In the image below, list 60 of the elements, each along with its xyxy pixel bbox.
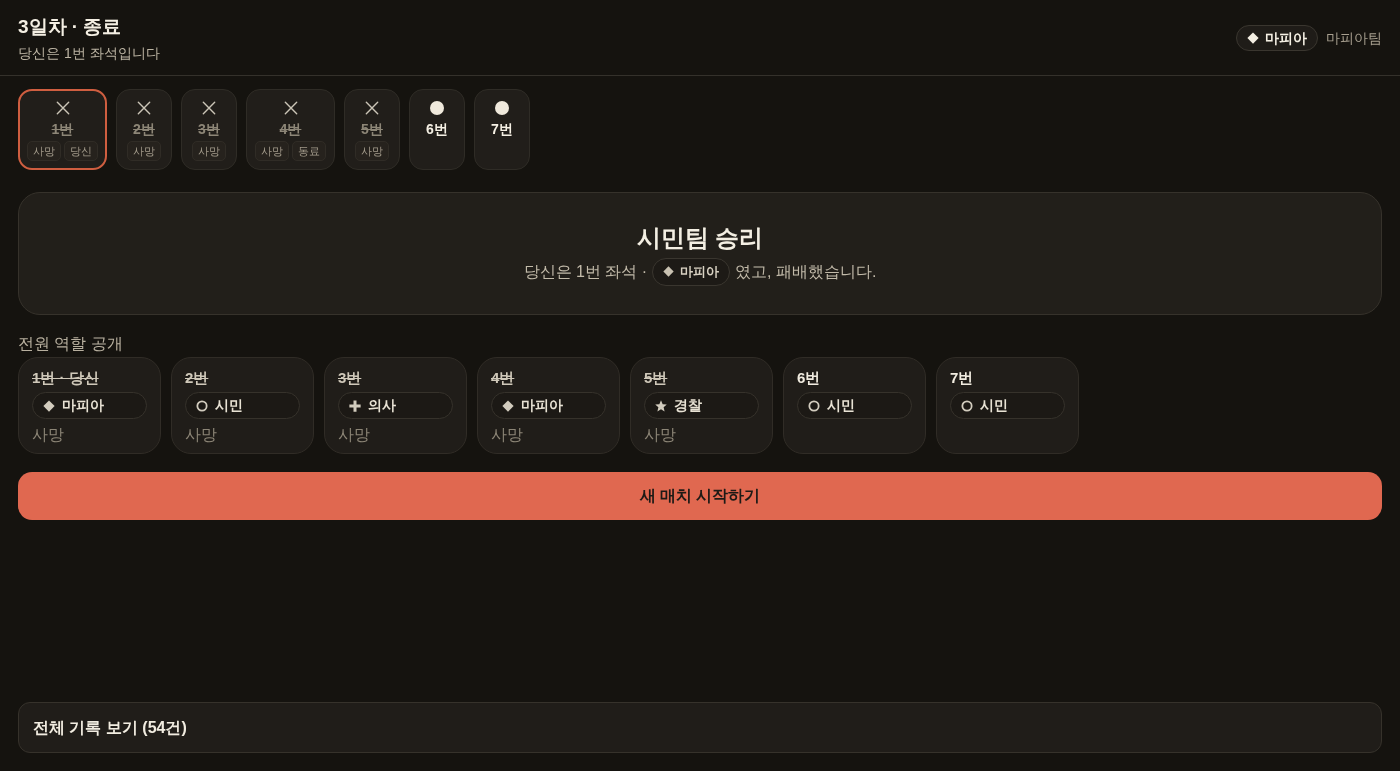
- seat-number: 1번: [51, 120, 74, 138]
- result-text: 였고, 패배했습니다.: [735, 261, 877, 282]
- role-name: 마피아: [1265, 29, 1307, 47]
- seat-number: 6번: [426, 120, 448, 138]
- history-toggle[interactable]: 전체 기록 보기 (54건): [18, 702, 1382, 753]
- player-name: 2번: [185, 368, 210, 388]
- x-icon: [202, 101, 216, 115]
- dot-icon: [430, 101, 444, 115]
- diamond-icon: [1247, 32, 1259, 44]
- seat-tag: 당신: [64, 141, 98, 161]
- role-name: 의사: [368, 396, 396, 415]
- ring-icon: [961, 399, 973, 412]
- player-status: 사망: [32, 425, 65, 445]
- player-name: 5번: [644, 368, 669, 388]
- player-name: 3번: [338, 368, 363, 388]
- role-name: 시민: [980, 396, 1008, 415]
- start-match-button[interactable]: 새 매치 시작하기: [18, 472, 1382, 520]
- seat-number: 5번: [361, 120, 383, 138]
- player-status: 사망: [338, 425, 371, 445]
- player-status: 사망: [644, 425, 677, 445]
- player-name: 7번: [950, 368, 975, 388]
- seat-tag: 사망: [355, 141, 389, 161]
- player-name: 6번: [797, 368, 822, 388]
- seat-tag: 사망: [27, 141, 61, 161]
- seat-tag: 동료: [292, 141, 326, 161]
- diamond-icon: [43, 399, 55, 412]
- section-heading: 전원 역할 공개: [18, 334, 124, 354]
- x-icon: [137, 101, 151, 115]
- diamond-icon: [663, 266, 675, 277]
- seat-subtitle: 당신은 1번 좌석입니다: [18, 44, 160, 62]
- result-text: 당신은 1번 좌석 ·: [523, 261, 648, 282]
- role-name: 시민: [827, 396, 855, 415]
- role-name: 마피아: [521, 396, 563, 415]
- x-icon: [283, 101, 298, 115]
- dot-icon: [495, 101, 509, 115]
- role-name: 시민: [215, 396, 243, 415]
- ring-icon: [808, 399, 820, 412]
- player-name: 1번 · 당신: [32, 368, 100, 388]
- seat-number: 7번: [491, 120, 513, 138]
- player-name: 4번: [491, 368, 516, 388]
- team-label: 마피아팀: [1326, 28, 1382, 48]
- seat-tag: 사망: [192, 141, 226, 161]
- seat-tag: 사망: [255, 141, 289, 161]
- plus-icon: [349, 399, 361, 412]
- role-name: 경찰: [674, 396, 702, 415]
- result-title: 시민팀 승리: [636, 222, 764, 253]
- player-status: 사망: [491, 425, 524, 445]
- role-name: 마피아: [62, 396, 104, 415]
- x-icon: [365, 101, 379, 115]
- diamond-icon: [502, 399, 514, 412]
- page-title: 3일차 · 종료: [18, 15, 123, 39]
- player-status: 사망: [185, 425, 218, 445]
- seat-number: 4번: [279, 120, 302, 138]
- x-icon: [55, 101, 70, 115]
- seat-number: 2번: [133, 120, 155, 138]
- role-name: 마피아: [680, 262, 720, 281]
- seat-tag: 사망: [127, 141, 161, 161]
- star-icon: [655, 399, 667, 412]
- ring-icon: [196, 399, 208, 412]
- seat-number: 3번: [198, 120, 220, 138]
